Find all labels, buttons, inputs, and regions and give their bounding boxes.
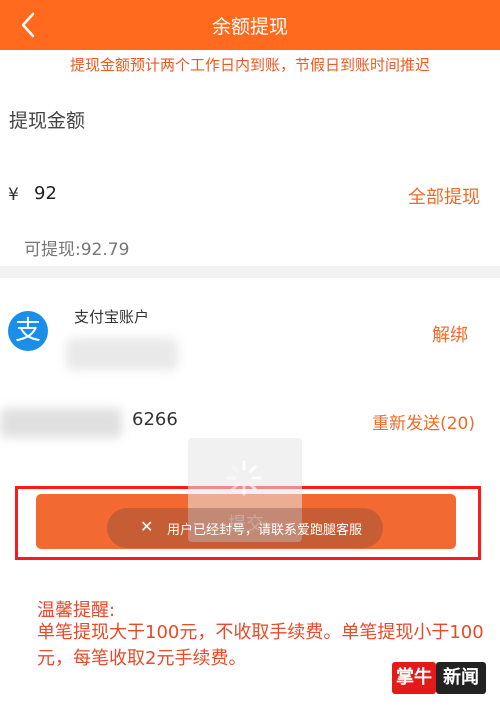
currency-symbol: ¥ [8,185,19,205]
amount-label: 提现金额 [9,110,86,132]
error-toast: ✕ 用户已经封号，请联系爱跑腿客服 [107,508,383,548]
withdraw-all-button[interactable]: 全部提现 [408,183,480,209]
watermark-part2: 新闻 [436,662,486,694]
resend-code-button[interactable]: 重新发送(20) [372,409,475,434]
top-bar: 余额提现 [0,0,500,50]
news-watermark-logo: 掌牛 新闻 [392,662,486,694]
tips-title: 温馨提醒: [37,600,116,621]
phone-tail: 6266 [132,409,178,430]
amount-input[interactable]: 92 [34,183,57,204]
account-type-label: 支付宝账户 [74,308,150,326]
account-number-blurred [66,338,178,370]
arrival-notice: 提现金额预计两个工作日内到账，节假日到账时间推迟 [69,56,430,74]
alipay-icon: 支 [8,311,48,351]
watermark-part1: 掌牛 [392,662,436,694]
toast-message: 用户已经封号，请联系爱跑腿客服 [167,523,363,538]
phone-number-blurred [0,408,122,438]
available-balance: 可提现:92.79 [24,240,130,260]
close-icon: ✕ [140,517,154,536]
unbind-button[interactable]: 解绑 [432,321,468,347]
page-title: 余额提现 [211,16,288,38]
spinner-icon [226,460,262,496]
section-divider [0,266,500,278]
